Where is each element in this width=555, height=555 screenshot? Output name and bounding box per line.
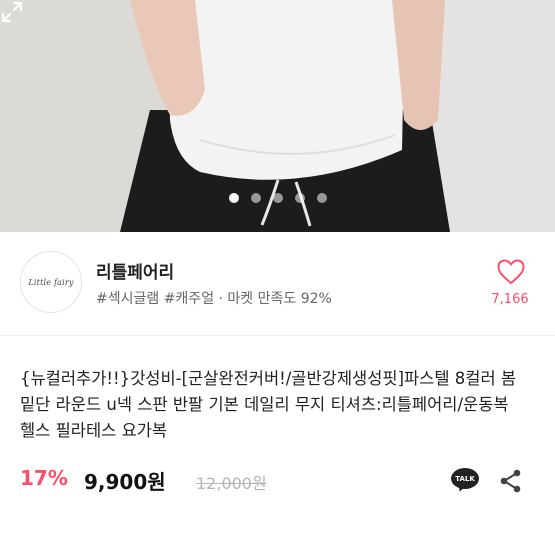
sale-price: 9,900원 [84, 470, 166, 494]
divider [0, 335, 555, 336]
discount-rate: 17% [20, 466, 68, 490]
talk-icon: TALK [451, 468, 479, 489]
product-image[interactable] [0, 0, 555, 232]
expand-icon[interactable] [0, 0, 24, 24]
like-count: 7,166 [491, 292, 529, 307]
carousel-dot[interactable] [272, 193, 283, 203]
seller-logo[interactable]: Little fairy [20, 251, 82, 313]
seller-tags: #섹시글램 #캐주얼 · 마켓 만족도 92% [96, 291, 332, 307]
carousel-dots [0, 193, 555, 203]
product-title: {뉴컬러추가!!}갓성비-[군살완전커버!/골반강제생성핏]파스텔 8컬러 봄 … [20, 369, 517, 440]
heart-icon[interactable] [497, 259, 525, 285]
original-price: 12,000원 [196, 474, 267, 493]
seller-row[interactable] [0, 232, 555, 334]
carousel-dot[interactable] [316, 193, 327, 203]
carousel-dot[interactable] [228, 193, 239, 203]
share-icon[interactable] [498, 468, 524, 494]
seller-name[interactable]: 리틀페어리 [96, 258, 174, 283]
carousel-dot[interactable] [294, 193, 305, 203]
talk-button[interactable]: TALK [451, 468, 479, 494]
carousel-dot[interactable] [250, 193, 261, 203]
seller-logo-text: Little fairy [28, 277, 74, 287]
